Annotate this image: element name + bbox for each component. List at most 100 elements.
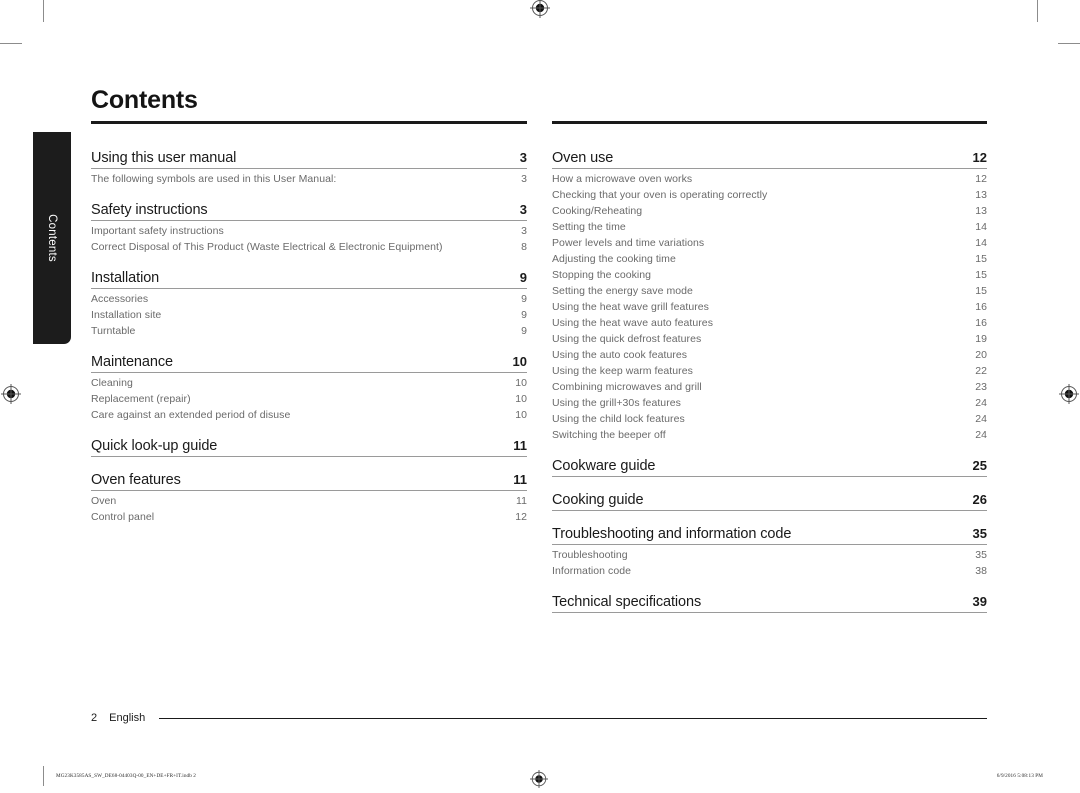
toc-section-heading[interactable]: Maintenance 10 bbox=[91, 354, 527, 372]
toc-section: Oven use 12 How a microwave oven works 12 Ch… bbox=[552, 150, 987, 443]
toc-section-gap bbox=[91, 459, 527, 472]
toc-section-page-number: 9 bbox=[519, 270, 527, 285]
toc-entry-page-number: 10 bbox=[515, 409, 527, 421]
toc-section-heading[interactable]: Cooking guide 26 bbox=[552, 492, 987, 510]
toc-section-page-number: 26 bbox=[972, 492, 987, 507]
toc-section-heading[interactable]: Oven use 12 bbox=[552, 150, 987, 168]
registration-mark-left-center bbox=[1, 384, 21, 404]
toc-entry-page-number: 15 bbox=[975, 285, 987, 297]
toc-section-title: Oven use bbox=[552, 150, 614, 166]
toc-entry[interactable]: Checking that your oven is operating cor… bbox=[552, 187, 987, 203]
page-footer: 2 English bbox=[91, 712, 987, 724]
toc-entry[interactable]: Control panel 12 bbox=[91, 509, 527, 525]
toc-entry-label: Oven bbox=[91, 495, 117, 507]
print-slug-filename: MG23K3585AS_SW_DE68-04403Q-00_EN+DE+FR+I… bbox=[56, 773, 196, 779]
section-side-tab-label: Contents bbox=[46, 214, 58, 262]
toc-entry-label: Important safety instructions bbox=[91, 225, 224, 237]
print-slug-timestamp: 6/9/2016 5:08:13 PM bbox=[996, 773, 1043, 779]
toc-entry[interactable]: Setting the energy save mode 15 bbox=[552, 283, 987, 299]
toc-entry-label: How a microwave oven works bbox=[552, 173, 693, 185]
toc-entry[interactable]: Using the child lock features 24 bbox=[552, 411, 987, 427]
toc-entry[interactable]: Cleaning 10 bbox=[91, 375, 527, 391]
toc-entry[interactable]: Important safety instructions 3 bbox=[91, 223, 527, 239]
toc-entry-page-number: 13 bbox=[975, 189, 987, 201]
toc-entry[interactable]: Switching the beeper off 24 bbox=[552, 427, 987, 443]
toc-section-title: Cooking guide bbox=[552, 492, 644, 508]
toc-section-heading[interactable]: Oven features 11 bbox=[91, 472, 527, 490]
toc-entry[interactable]: Setting the time 14 bbox=[552, 219, 987, 235]
toc-entry-label: Using the heat wave auto features bbox=[552, 317, 714, 329]
toc-section-heading[interactable]: Technical specifications 39 bbox=[552, 594, 987, 612]
footer-rule bbox=[159, 717, 987, 719]
toc-entry-label: Installation site bbox=[91, 309, 162, 321]
toc-section-rule bbox=[552, 168, 987, 169]
toc-entry[interactable]: Replacement (repair) 10 bbox=[91, 391, 527, 407]
toc-entry-label: Correct Disposal of This Product (Waste … bbox=[91, 241, 443, 253]
toc-entry-page-number: 3 bbox=[521, 173, 527, 185]
toc-section-rule bbox=[552, 476, 987, 477]
toc-entry[interactable]: The following symbols are used in this U… bbox=[91, 171, 527, 187]
crop-mark-top-right-horizontal bbox=[1058, 43, 1080, 44]
toc-section-page-number: 25 bbox=[972, 458, 987, 473]
toc-section: Oven features 11 Oven 11 Control panel 12 bbox=[91, 472, 527, 525]
toc-entry[interactable]: Installation site 9 bbox=[91, 307, 527, 323]
toc-entry[interactable]: Using the grill+30s features 24 bbox=[552, 395, 987, 411]
title-rule-left bbox=[91, 121, 527, 124]
toc-entry-page-number: 15 bbox=[975, 269, 987, 281]
toc-entry[interactable]: Stopping the cooking 15 bbox=[552, 267, 987, 283]
manual-page: Contents Contents Using this user manual… bbox=[0, 0, 1080, 790]
toc-entry[interactable]: Using the auto cook features 20 bbox=[552, 347, 987, 363]
toc-column-right: Oven use 12 How a microwave oven works 12 Ch… bbox=[552, 150, 987, 615]
toc-entry-label: Control panel bbox=[91, 511, 155, 523]
toc-entry-page-number: 12 bbox=[515, 511, 527, 523]
crop-mark-top-left-horizontal bbox=[0, 43, 22, 44]
toc-entry[interactable]: Using the keep warm features 22 bbox=[552, 363, 987, 379]
toc-entry-page-number: 10 bbox=[515, 393, 527, 405]
toc-entry[interactable]: Using the heat wave grill features 16 bbox=[552, 299, 987, 315]
toc-entry[interactable]: Combining microwaves and grill 23 bbox=[552, 379, 987, 395]
toc-entry-page-number: 9 bbox=[521, 309, 527, 321]
toc-entry[interactable]: Correct Disposal of This Product (Waste … bbox=[91, 239, 527, 255]
toc-entry[interactable]: Power levels and time variations 14 bbox=[552, 235, 987, 251]
toc-entry[interactable]: Accessories 9 bbox=[91, 291, 527, 307]
toc-entry[interactable]: Cooking/Reheating 13 bbox=[552, 203, 987, 219]
toc-entry[interactable]: Adjusting the cooking time 15 bbox=[552, 251, 987, 267]
toc-section-title: Using this user manual bbox=[91, 150, 237, 166]
toc-entry-page-number: 20 bbox=[975, 349, 987, 361]
toc-section-heading[interactable]: Installation 9 bbox=[91, 270, 527, 288]
toc-entry-page-number: 16 bbox=[975, 317, 987, 329]
toc-section-rule bbox=[91, 372, 527, 373]
toc-entry-page-number: 24 bbox=[975, 429, 987, 441]
toc-entry[interactable]: Information code 38 bbox=[552, 563, 987, 579]
toc-entry-page-number: 8 bbox=[521, 241, 527, 253]
toc-entry-page-number: 12 bbox=[975, 173, 987, 185]
toc-section-heading[interactable]: Safety instructions 3 bbox=[91, 202, 527, 220]
toc-entry-page-number: 16 bbox=[975, 301, 987, 313]
toc-entry-label: Troubleshooting bbox=[552, 549, 628, 561]
toc-section-title: Oven features bbox=[91, 472, 181, 488]
toc-section-title: Maintenance bbox=[91, 354, 173, 370]
toc-section: Maintenance 10 Cleaning 10 Replacement (repa… bbox=[91, 354, 527, 423]
toc-section-heading[interactable]: Using this user manual 3 bbox=[91, 150, 527, 168]
registration-mark-bottom-center bbox=[530, 770, 548, 788]
toc-entry-page-number: 10 bbox=[515, 377, 527, 389]
toc-section-page-number: 3 bbox=[519, 202, 527, 217]
toc-entry[interactable]: Turntable 9 bbox=[91, 323, 527, 339]
toc-section-page-number: 3 bbox=[519, 150, 527, 165]
toc-entry[interactable]: How a microwave oven works 12 bbox=[552, 171, 987, 187]
toc-entry-label: Cooking/Reheating bbox=[552, 205, 643, 217]
toc-section: Cooking guide 26 bbox=[552, 492, 987, 511]
toc-section-heading[interactable]: Quick look-up guide 11 bbox=[91, 438, 527, 456]
toc-entry[interactable]: Using the quick defrost features 19 bbox=[552, 331, 987, 347]
toc-entry[interactable]: Troubleshooting 35 bbox=[552, 547, 987, 563]
toc-entry[interactable]: Using the heat wave auto features 16 bbox=[552, 315, 987, 331]
toc-entry[interactable]: Oven 11 bbox=[91, 493, 527, 509]
toc-section: Quick look-up guide 11 bbox=[91, 438, 527, 457]
toc-entry[interactable]: Care against an extended period of disus… bbox=[91, 407, 527, 423]
toc-entry-page-number: 24 bbox=[975, 413, 987, 425]
toc-section-heading[interactable]: Troubleshooting and information code 35 bbox=[552, 526, 987, 544]
toc-section-heading[interactable]: Cookware guide 25 bbox=[552, 458, 987, 476]
toc-section: Troubleshooting and information code 35 Tr… bbox=[552, 526, 987, 579]
toc-entry-label: Replacement (repair) bbox=[91, 393, 191, 405]
toc-entry-label: Using the keep warm features bbox=[552, 365, 693, 377]
